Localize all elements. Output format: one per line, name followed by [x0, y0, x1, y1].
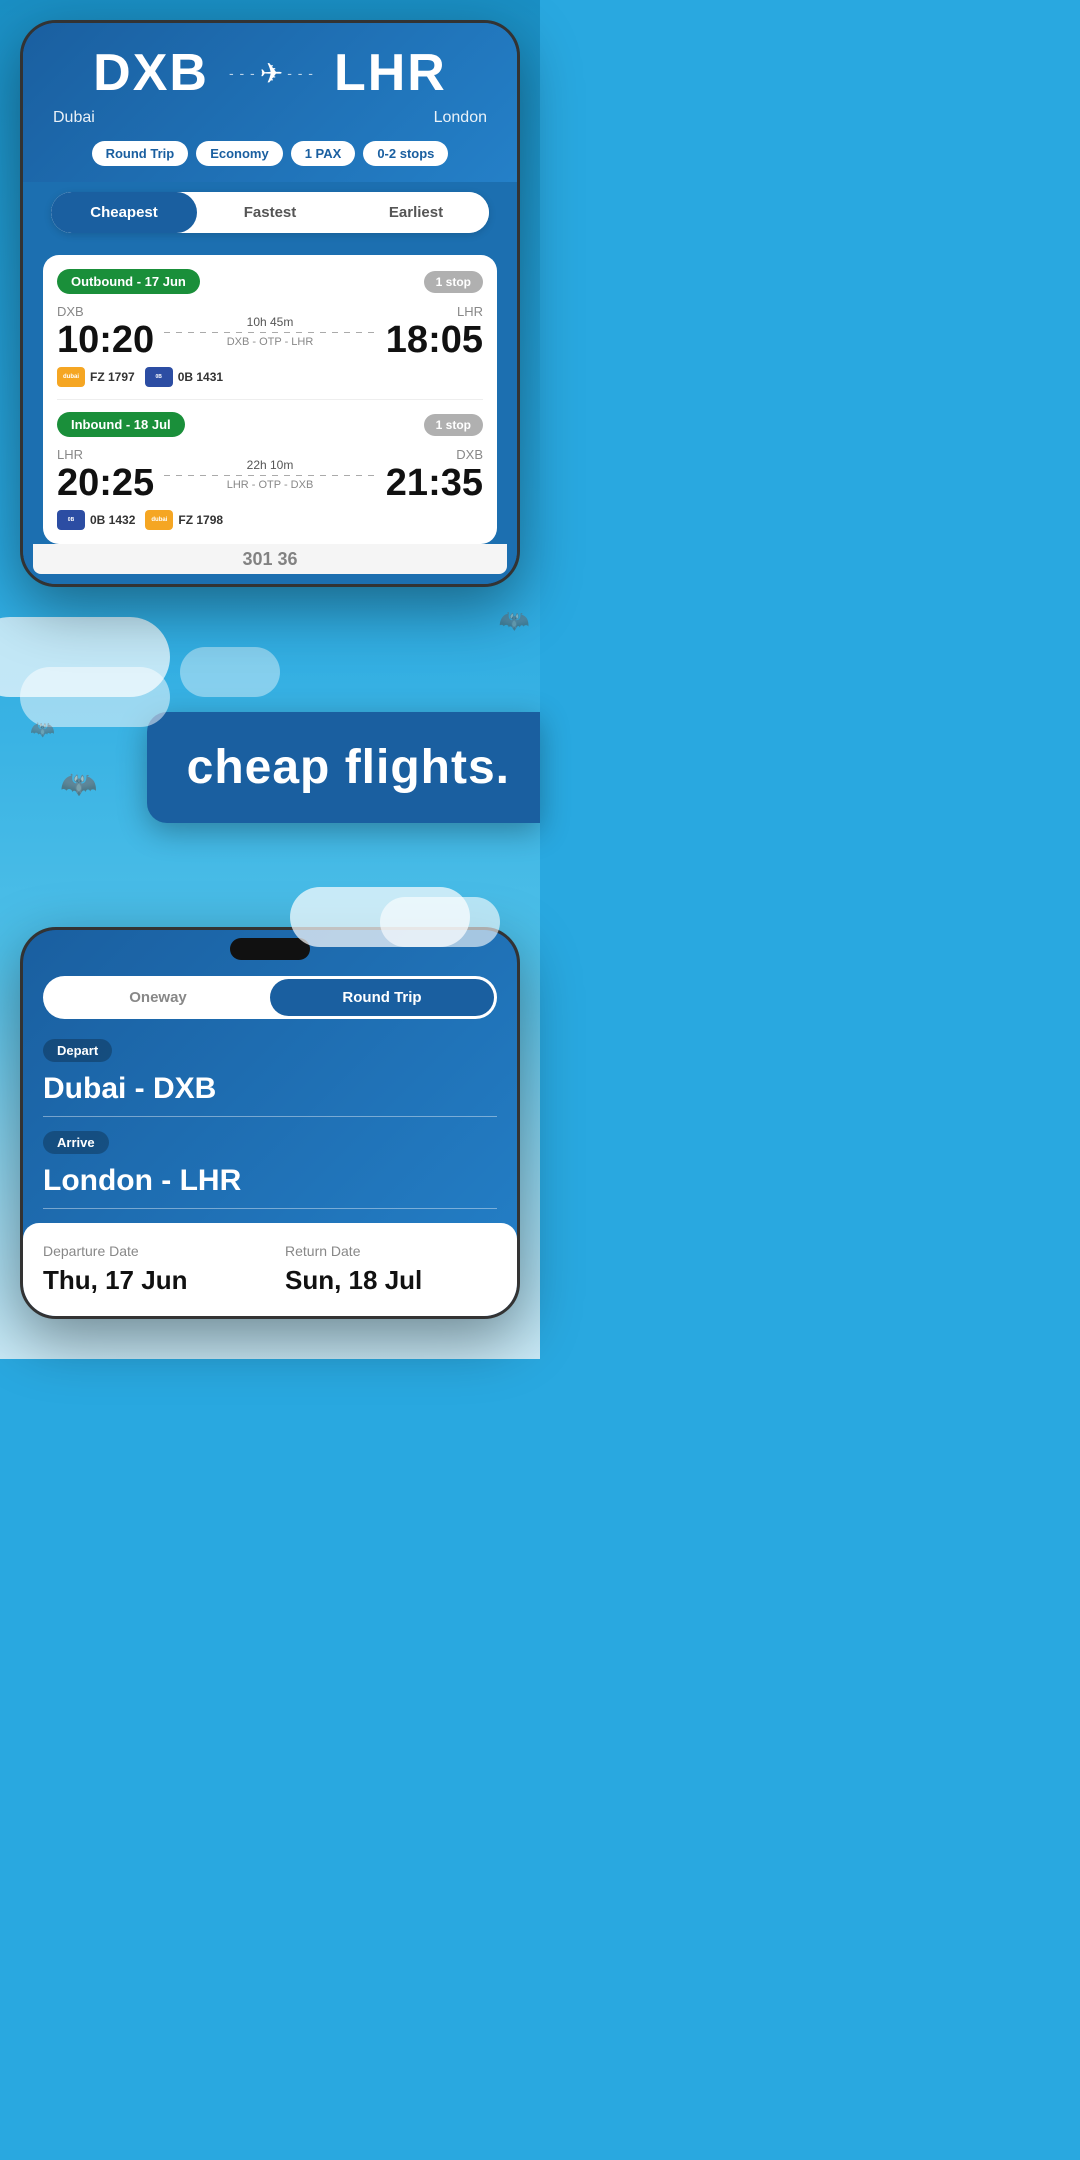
- toggle-oneway[interactable]: Oneway: [46, 979, 270, 1016]
- outbound-depart: DXB 10:20: [57, 304, 154, 359]
- return-date-label: Return Date: [285, 1243, 497, 1259]
- inbound-route-via: LHR - OTP - DXB: [164, 479, 376, 491]
- route-row: DXB - - - ✈ - - - LHR: [43, 43, 497, 103]
- segment-divider: [57, 399, 483, 400]
- return-date-col[interactable]: Return Date Sun, 18 Jul: [285, 1243, 497, 1296]
- tab-cheapest[interactable]: Cheapest: [51, 192, 197, 233]
- blue-airline-icon: 0B: [145, 367, 173, 387]
- from-code: DXB: [93, 43, 209, 103]
- inbound-arrive-time: 21:35: [386, 464, 483, 502]
- inbound-airline1-code: 0B 1432: [90, 513, 135, 527]
- pax-pill[interactable]: 1 PAX: [291, 141, 356, 166]
- inbound-depart-time: 20:25: [57, 464, 154, 502]
- phone2-wrapper: Oneway Round Trip Depart Dubai - DXB Arr…: [0, 887, 540, 1359]
- phone1-header: DXB - - - ✈ - - - LHR Dubai London Round: [23, 23, 517, 182]
- plane-icon: - - - ✈ - - -: [229, 57, 314, 90]
- inbound-duration-col: 22h 10m LHR - OTP - DXB: [154, 458, 386, 491]
- cloud-mid: [180, 647, 280, 697]
- date-section: Departure Date Thu, 17 Jun Return Date S…: [23, 1223, 517, 1316]
- outbound-stop-badge: 1 stop: [424, 271, 483, 293]
- phone1-screen: DXB - - - ✈ - - - LHR Dubai London Round: [23, 23, 517, 584]
- inbound-duration: 22h 10m: [164, 458, 376, 472]
- departure-date-col[interactable]: Departure Date Thu, 17 Jun: [43, 1243, 255, 1296]
- depart-label: Depart: [43, 1039, 112, 1062]
- from-city: Dubai: [53, 109, 95, 127]
- depart-value[interactable]: Dubai - DXB: [43, 1072, 497, 1117]
- outbound-flight-row: DXB 10:20 10h 45m DXB - OTP - LHR LHR 18…: [57, 304, 483, 359]
- cabin-pill[interactable]: Economy: [196, 141, 283, 166]
- trip-toggle[interactable]: Oneway Round Trip: [43, 976, 497, 1019]
- inbound-header: Inbound - 18 Jul 1 stop: [57, 412, 483, 437]
- phone2: Oneway Round Trip Depart Dubai - DXB Arr…: [20, 927, 520, 1319]
- flight-line: [164, 332, 376, 333]
- outbound-route-via: DXB - OTP - LHR: [164, 336, 376, 348]
- outbound-duration-col: 10h 45m DXB - OTP - LHR: [154, 315, 386, 348]
- outbound-airline1-code: FZ 1797: [90, 370, 135, 384]
- outbound-airlines: dubai FZ 1797 0B 0B 1431: [57, 367, 483, 387]
- inbound-to: DXB: [386, 447, 483, 462]
- outbound-airline1: dubai FZ 1797: [57, 367, 135, 387]
- arrive-label: Arrive: [43, 1131, 109, 1154]
- filters-row: Round Trip Economy 1 PAX 0-2 stops: [43, 141, 497, 182]
- trip-type-pill[interactable]: Round Trip: [92, 141, 189, 166]
- tab-fastest[interactable]: Fastest: [197, 192, 343, 233]
- toggle-round-trip[interactable]: Round Trip: [270, 979, 494, 1016]
- phone1-wrapper: DXB - - - ✈ - - - LHR Dubai London Round: [0, 0, 540, 587]
- inbound-airlines: 0B 0B 1432 dubai FZ 1798: [57, 510, 483, 530]
- middle-section: 🦇 🦇 🦇 cheap flights.: [0, 587, 540, 907]
- inbound-airline2: dubai FZ 1798: [145, 510, 223, 530]
- city-row: Dubai London: [43, 109, 497, 127]
- outbound-to: LHR: [386, 304, 483, 319]
- sort-tabs: Cheapest Fastest Earliest: [51, 192, 489, 233]
- outbound-airline2-code: 0B 1431: [178, 370, 223, 384]
- inbound-from: LHR: [57, 447, 154, 462]
- bat-icon-3: 🦇: [499, 607, 530, 636]
- inbound-blue-icon: 0B: [57, 510, 85, 530]
- inbound-depart: LHR 20:25: [57, 447, 154, 502]
- partial-price: 301 36: [242, 549, 297, 570]
- to-code: LHR: [334, 43, 447, 103]
- departure-date-value: Thu, 17 Jun: [43, 1265, 255, 1296]
- outbound-arrive: LHR 18:05: [386, 304, 483, 359]
- inbound-arrive: DXB 21:35: [386, 447, 483, 502]
- outbound-airline2: 0B 0B 1431: [145, 367, 223, 387]
- outbound-from: DXB: [57, 304, 154, 319]
- dubai-airline-icon: dubai: [57, 367, 85, 387]
- stops-pill[interactable]: 0-2 stops: [363, 141, 448, 166]
- inbound-airline2-code: FZ 1798: [178, 513, 223, 527]
- to-city: London: [434, 109, 487, 127]
- outbound-duration: 10h 45m: [164, 315, 376, 329]
- results-area: Outbound - 17 Jun 1 stop DXB 10:20 10h 4…: [43, 255, 497, 544]
- outbound-depart-time: 10:20: [57, 321, 154, 359]
- depart-section: Depart Dubai - DXB: [23, 1039, 517, 1117]
- phone1: DXB - - - ✈ - - - LHR Dubai London Round: [20, 20, 520, 587]
- outbound-arrive-time: 18:05: [386, 321, 483, 359]
- date-row: Departure Date Thu, 17 Jun Return Date S…: [43, 1243, 497, 1296]
- inbound-stop-badge: 1 stop: [424, 414, 483, 436]
- inbound-airline1: 0B 0B 1432: [57, 510, 135, 530]
- outbound-header: Outbound - 17 Jun 1 stop: [57, 269, 483, 294]
- cloud-above-phone2b: [380, 897, 500, 947]
- bat-icon-1: 🦇: [60, 767, 97, 802]
- cheap-flights-text: cheap flights.: [187, 740, 510, 795]
- bat-icon-2: 🦇: [30, 717, 55, 742]
- inbound-flight-line: [164, 475, 376, 476]
- arrive-section: Arrive London - LHR: [23, 1131, 517, 1209]
- outbound-label: Outbound - 17 Jun: [57, 269, 200, 294]
- inbound-dubai-icon: dubai: [145, 510, 173, 530]
- departure-date-label: Departure Date: [43, 1243, 255, 1259]
- cheap-flights-banner: cheap flights.: [147, 712, 540, 823]
- return-date-value: Sun, 18 Jul: [285, 1265, 497, 1296]
- arrive-value[interactable]: London - LHR: [43, 1164, 497, 1209]
- inbound-flight-row: LHR 20:25 22h 10m LHR - OTP - DXB DXB 21…: [57, 447, 483, 502]
- tab-earliest[interactable]: Earliest: [343, 192, 489, 233]
- inbound-label: Inbound - 18 Jul: [57, 412, 185, 437]
- phone2-screen: Oneway Round Trip Depart Dubai - DXB Arr…: [23, 930, 517, 1316]
